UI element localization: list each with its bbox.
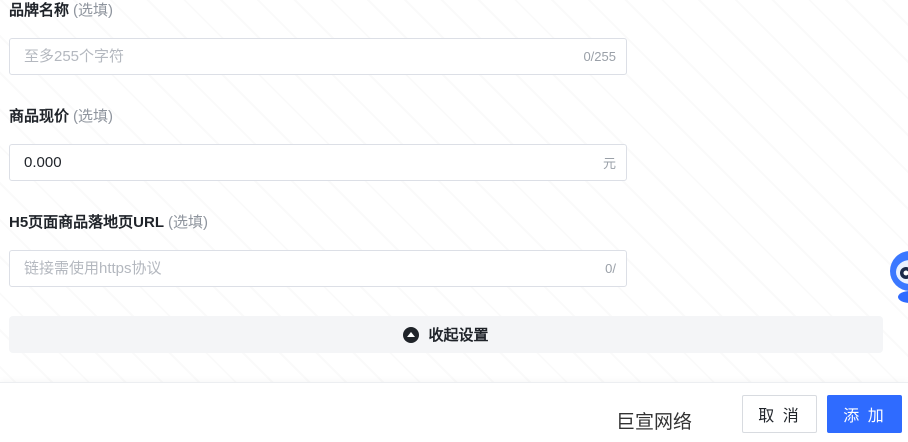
optional-hint: (选填) [73, 108, 114, 125]
current-price-label: 商品现价 (选填) [9, 106, 627, 128]
brand-name-label: 品牌名称 (选填) [9, 0, 627, 22]
current-price-field: 商品现价(选填) 元 [9, 106, 627, 181]
add-button[interactable]: 添 加 [827, 395, 902, 433]
landing-url-input[interactable] [24, 260, 606, 277]
brand-name-label-text: 品牌名称 [9, 2, 70, 19]
cancel-button[interactable]: 取 消 [742, 395, 817, 433]
brand-name-counter: 0/255 [583, 49, 616, 64]
collapse-settings-label: 收起设置 [428, 327, 489, 344]
brand-name-input[interactable] [24, 48, 584, 65]
current-price-input[interactable] [24, 154, 603, 171]
optional-hint: (选填) [168, 214, 209, 231]
landing-url-field: H5页面商品落地页URL(选填) 0/ [9, 212, 627, 287]
chevron-up-circle-icon [403, 326, 420, 343]
landing-url-input-box[interactable]: 0/ [9, 250, 627, 287]
landing-url-counter: 0/ [605, 261, 616, 276]
collapse-settings-button[interactable]: 收起设置 [9, 316, 883, 353]
brand-name-field: 品牌名称(选填) 0/255 [9, 0, 627, 75]
brand-name-input-box[interactable]: 0/255 [9, 38, 627, 75]
currency-unit: 元 [602, 156, 616, 171]
optional-hint: (选填) [73, 2, 114, 19]
brand-watermark-text: 巨宣网络 [616, 411, 693, 433]
current-price-label-text: 商品现价 [9, 108, 70, 125]
robot-assistant-icon[interactable] [888, 247, 908, 305]
footer-bar: 巨宣网络 取 消 添 加 [0, 382, 908, 442]
current-price-input-box[interactable]: 元 [9, 144, 627, 181]
landing-url-label: H5页面商品落地页URL (选填) [9, 212, 627, 234]
landing-url-label-text: H5页面商品落地页URL [9, 214, 165, 231]
